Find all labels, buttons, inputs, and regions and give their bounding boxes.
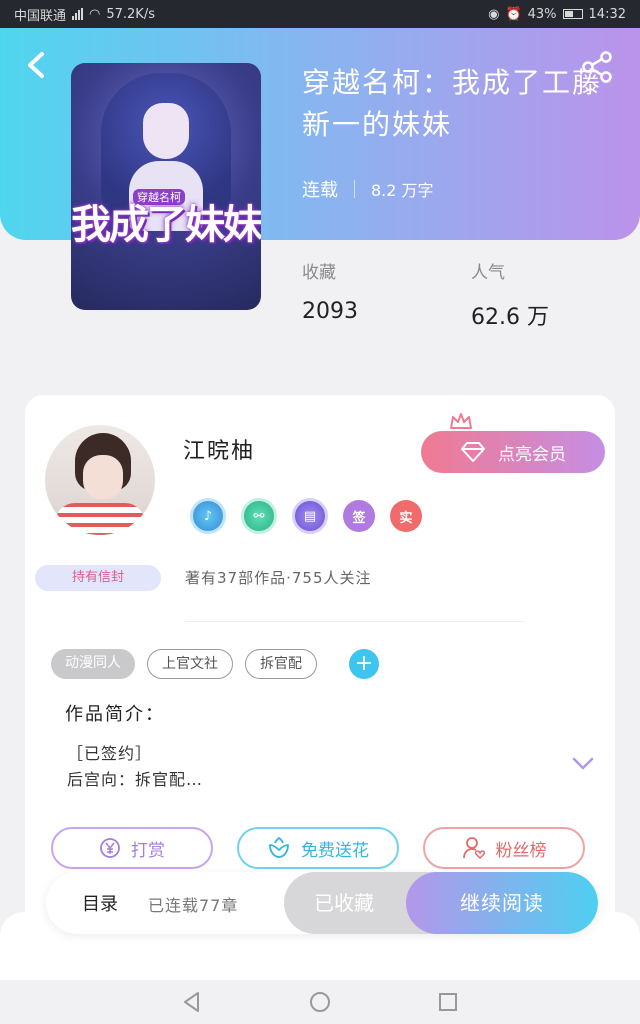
crown-icon (450, 413, 472, 429)
cover-art-title: 我成了妹妹 (71, 202, 261, 248)
music-badge-icon[interactable]: ♪ (190, 498, 226, 534)
author-name[interactable]: 江晥柚 (183, 433, 255, 465)
nav-home-icon[interactable] (308, 990, 332, 1014)
popularity-stat: 人气 62.6 万 (471, 258, 549, 331)
net-speed: 57.2K/s (106, 6, 155, 22)
book-cover[interactable]: 穿越名柯 我成了妹妹 (71, 63, 261, 310)
author-card: 持有信封 江晥柚 点亮会员 ♪ ⚯ ▤ 签 实 著有37部作品·755人关注 动… (25, 395, 615, 935)
clock: 14:32 (588, 6, 626, 22)
favorites-value: 2093 (302, 299, 358, 324)
chevron-down-icon[interactable] (572, 757, 594, 771)
bottom-action-bar: 目录 已连载77章 已收藏 继续阅读 (46, 872, 598, 934)
status-bar: 中国联通 ◠ 57.2K/s ◉ ⏰ 43% 14:32 (0, 0, 640, 28)
divider (185, 621, 525, 622)
fans-ranking-button[interactable]: 粉丝榜 (423, 827, 585, 869)
carrier-label: 中国联通 (14, 8, 67, 24)
intro-line: 后宫向：拆官配… (67, 770, 204, 789)
tag-list: 动漫同人 上官文社 拆官配 + (51, 649, 379, 679)
popularity-value: 62.6 万 (471, 305, 549, 330)
chapter-count: 已连载77章 (148, 896, 239, 915)
word-count: 8.2 万字 (371, 181, 434, 200)
back-icon[interactable] (24, 50, 48, 80)
popularity-label: 人气 (471, 263, 505, 283)
author-summary: 著有37部作品·755人关注 (185, 569, 372, 587)
send-flower-button[interactable]: 免费送花 (237, 827, 399, 869)
diamond-icon (461, 442, 485, 462)
book-title: 穿越名柯：我成了工藤新一的妹妹 (302, 66, 603, 141)
alarm-icon: ⏰ (505, 6, 522, 22)
vip-label: 点亮会员 (498, 444, 566, 465)
favorites-label: 收藏 (302, 263, 336, 283)
favorites-stat: 收藏 2093 (302, 258, 358, 324)
serial-status: 连载 (302, 180, 338, 201)
coin-icon (100, 838, 120, 858)
nav-back-icon[interactable] (180, 990, 204, 1014)
flower-label: 免费送花 (301, 840, 369, 861)
intro-label: 作品简介： (65, 704, 165, 725)
tag-item[interactable]: 拆官配 (245, 649, 317, 679)
vip-button[interactable]: 点亮会员 (421, 431, 605, 473)
flower-icon (269, 837, 289, 858)
signal-icon (72, 8, 84, 20)
intro-text: ［已签约］ 后宫向：拆官配… (67, 741, 203, 793)
nav-recents-icon[interactable] (436, 990, 460, 1014)
intro-line: ［已签约］ (67, 744, 153, 763)
tag-item[interactable]: 上官文社 (147, 649, 233, 679)
tag-item[interactable]: 动漫同人 (51, 649, 135, 679)
battery-percent: 43% (527, 6, 557, 22)
add-tag-button[interactable]: + (349, 649, 379, 679)
battery-icon (562, 9, 583, 19)
continue-reading-button[interactable]: 继续阅读 (406, 872, 598, 934)
fans-label: 粉丝榜 (495, 840, 547, 861)
reward-label: 打赏 (131, 840, 165, 861)
avatar[interactable] (45, 425, 155, 535)
meta-divider (354, 180, 355, 198)
toc-button[interactable]: 目录 (82, 890, 118, 916)
user-heart-icon (462, 837, 485, 860)
handshake-badge-icon[interactable]: ⚯ (241, 498, 277, 534)
system-nav-bar (0, 980, 640, 1024)
calendar-badge-icon[interactable]: ▤ (292, 498, 328, 534)
action-row: 打赏 免费送花 粉丝榜 (51, 827, 585, 869)
book-meta: 连载 8.2 万字 (302, 176, 434, 202)
holder-badge: 持有信封 (35, 565, 161, 591)
verified-badge[interactable]: 实 (390, 500, 422, 532)
badge-row: ♪ ⚯ ▤ 签 实 (190, 498, 422, 534)
signed-badge[interactable]: 签 (343, 500, 375, 532)
reward-button[interactable]: 打赏 (51, 827, 213, 869)
wifi-icon: ◠ (89, 6, 101, 22)
eye-icon: ◉ (488, 6, 500, 22)
